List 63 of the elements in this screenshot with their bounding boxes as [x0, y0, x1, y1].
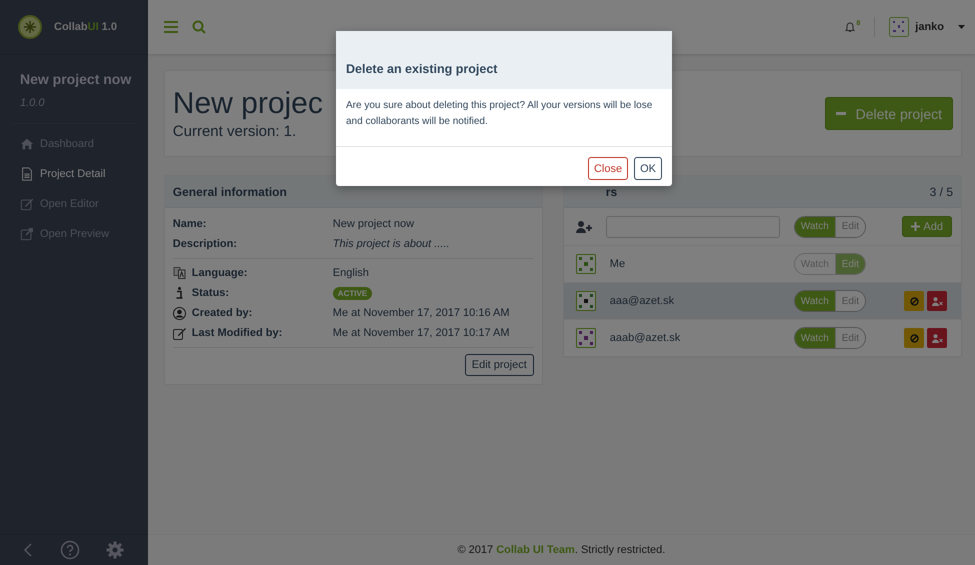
document-icon	[20, 167, 34, 181]
field-value: New project now	[332, 218, 414, 230]
panel-title: rs	[604, 184, 618, 198]
home-icon	[20, 137, 34, 151]
plus-icon	[911, 222, 920, 231]
block-button[interactable]	[904, 328, 924, 348]
field-label: Language:	[192, 267, 248, 279]
search-icon[interactable]	[192, 20, 206, 34]
project-title: New projec	[172, 87, 323, 121]
status-badge: ACTIVE	[332, 286, 372, 300]
block-button[interactable]	[904, 291, 924, 311]
field-label: Status:	[192, 287, 230, 299]
field-label: Description:	[172, 238, 238, 250]
user-menu[interactable]: janko	[915, 21, 944, 33]
remove-user-button[interactable]	[927, 291, 947, 311]
settings-icon[interactable]	[106, 541, 124, 559]
field-label: Created by:	[192, 307, 252, 319]
field-label: Last Modified by:	[192, 327, 282, 339]
watch-toggle[interactable]: Watch	[794, 291, 835, 311]
nav-item[interactable]: Project Detail	[20, 164, 148, 184]
edit-icon	[20, 197, 34, 211]
dialog-title: Delete an existing project	[346, 62, 498, 76]
field-value: Me at November 17, 2017 10:17 AM	[332, 327, 510, 339]
ok-button[interactable]: OK	[634, 157, 662, 180]
field-value: English	[332, 267, 369, 279]
add-user-icon	[576, 220, 592, 232]
collaborator-name: aaa@azet.sk	[610, 295, 676, 307]
collaborator-name: Me	[610, 258, 626, 270]
watch-toggle[interactable]: Watch	[794, 216, 835, 236]
bell-icon[interactable]	[845, 21, 856, 33]
identicon-icon	[576, 254, 596, 274]
avatar-icon[interactable]	[889, 17, 910, 37]
field-value: Me at November 17, 2017 10:16 AM	[332, 307, 510, 319]
dialog-message: Are you sure about deleting this project? All your versions will be lose and collaborants will be notified.	[346, 100, 652, 127]
project-name: New project now	[20, 71, 132, 87]
identicon-icon	[576, 291, 596, 311]
logo-icon	[18, 15, 42, 39]
caret-icon[interactable]	[958, 25, 965, 29]
watch-toggle[interactable]: Watch	[794, 328, 835, 348]
collaborator-name: aaab@azet.sk	[610, 332, 682, 344]
current-version: Current version: 1.	[172, 123, 298, 140]
field-value: This project is about .....	[332, 238, 450, 250]
remove-user-button[interactable]	[927, 328, 947, 348]
external-link-icon	[20, 227, 34, 241]
panel-title: General information	[172, 184, 287, 198]
user-icon	[172, 306, 186, 320]
remove-user-icon	[932, 296, 942, 306]
identicon-icon	[576, 328, 596, 348]
edit-project-button[interactable]: Edit project	[464, 354, 534, 376]
collaborator-input[interactable]	[606, 216, 780, 238]
translate-icon	[172, 267, 186, 279]
collapse-icon[interactable]	[23, 543, 34, 557]
edit-icon	[172, 326, 186, 340]
add-button[interactable]: Add	[902, 216, 952, 237]
remove-user-icon	[932, 334, 942, 342]
block-icon	[910, 296, 918, 306]
collaborator-count: 3 / 5	[930, 184, 953, 198]
close-button[interactable]: Close	[588, 157, 628, 180]
field-label: Name:	[172, 218, 208, 230]
block-icon	[910, 334, 918, 342]
delete-project-button[interactable]: Delete project	[824, 97, 953, 130]
help-icon[interactable]	[60, 540, 80, 560]
menu-icon[interactable]	[164, 21, 178, 33]
